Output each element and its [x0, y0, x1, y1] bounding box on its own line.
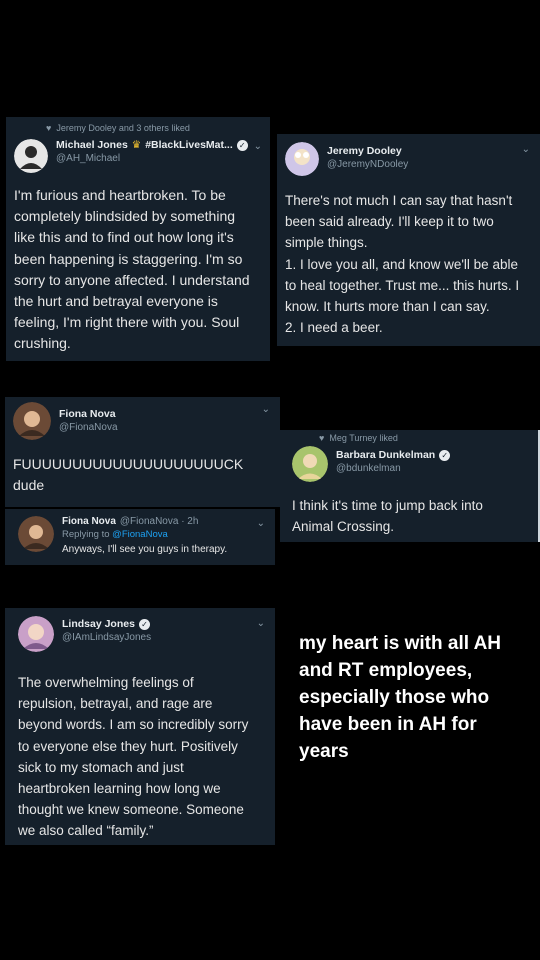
tweet-line: crushing.: [14, 335, 71, 352]
tweet-line: 2. I need a beer.: [285, 320, 383, 336]
tweet-line: feeling, I'm right there with you. Soul: [14, 314, 240, 331]
tweet-line: know. It hurts more than I can say.: [285, 299, 490, 315]
avatar[interactable]: [18, 516, 54, 552]
avatar[interactable]: [285, 142, 319, 176]
tweet-line: FUUUUUUUUUUUUUUUUUUUUCK: [13, 456, 244, 472]
tweet-text: There's not much I can say that hasn't b…: [285, 190, 530, 338]
replying-prefix: Replying to: [62, 529, 110, 540]
tweet-line: I'm furious and heartbroken. To be: [14, 187, 226, 203]
tweet-line: beyond words. I am so incredibly sorry: [18, 717, 249, 733]
avatar[interactable]: [14, 139, 48, 173]
chevron-down-icon[interactable]: ⌄: [262, 404, 270, 415]
verified-badge-icon: ✓: [439, 449, 451, 461]
author-handle[interactable]: @bdunkelman: [336, 463, 450, 474]
caption-line: my heart is with all AH: [299, 633, 502, 654]
tweet-line: been said already. I'll keep it to two: [285, 214, 494, 230]
tweet-context: ♥ Meg Turney liked: [319, 433, 528, 443]
caption-line: years: [299, 741, 349, 762]
chevron-down-icon[interactable]: ⌄: [257, 618, 265, 629]
tweet-card-fiona-reply[interactable]: Fiona Nova @FionaNova · 2h Replying to @…: [5, 509, 275, 565]
heart-icon: ♥: [319, 433, 325, 443]
author-handle-time: @FionaNova · 2h: [119, 516, 199, 527]
author-name[interactable]: Michael Jones: [56, 139, 128, 151]
author-name[interactable]: Fiona Nova: [62, 516, 116, 527]
tweet-context: ♥ Jeremy Dooley and 3 others liked: [46, 123, 262, 133]
heart-icon: ♥: [46, 123, 52, 133]
tweet-text: The overwhelming feelings of repulsion, …: [18, 672, 265, 842]
author-name[interactable]: Barbara Dunkelman: [336, 449, 435, 461]
chevron-down-icon[interactable]: ⌄: [522, 144, 530, 155]
verified-badge-icon: ✓: [236, 139, 248, 151]
tweet-line: to everyone else they hurt. Positively: [18, 738, 238, 754]
tweet-card-lindsay[interactable]: Lindsay Jones ✓ @IAmLindsayJones ⌄ The o…: [5, 608, 275, 845]
author-handle[interactable]: @AH_Michael: [56, 153, 248, 164]
tweet-card-fiona[interactable]: Fiona Nova @FionaNova ⌄ FUUUUUUUUUUUUUUU…: [5, 397, 280, 507]
author-name[interactable]: Jeremy Dooley: [327, 145, 408, 157]
tweet-line: heartbroken learning how long we: [18, 781, 221, 797]
tweet-card-barbara[interactable]: ♥ Meg Turney liked Barbara Dunkelman ✓ @…: [280, 430, 540, 542]
author-name[interactable]: Fiona Nova: [59, 408, 118, 420]
reply-text: Anyways, I'll see you guys in therapy.: [62, 544, 228, 555]
author-name-extra: #BlackLivesMat...: [145, 139, 233, 151]
tweet-line: dude: [13, 477, 45, 493]
story-caption: my heart is with all AH and RT employees…: [299, 630, 529, 765]
tweet-text: FUUUUUUUUUUUUUUUUUUUUCK dude: [13, 454, 270, 496]
tweet-line: sick to my stomach and just: [18, 759, 184, 775]
tweet-line: 1. I love you all, and know we'll be abl…: [285, 256, 518, 272]
author-name[interactable]: Lindsay Jones: [62, 618, 135, 630]
tweet-line: thought we knew someone. Someone: [18, 802, 244, 818]
tweet-line: been happening is staggering. I'm so: [14, 250, 243, 267]
tweet-line: There's not much I can say that hasn't: [285, 193, 513, 208]
tweet-line: the hurt and betrayal everyone is: [14, 293, 218, 310]
tweet-text: I think it's time to jump back into Anim…: [292, 495, 528, 537]
tweet-line: we also called “family.”: [18, 823, 154, 839]
avatar[interactable]: [13, 402, 51, 440]
author-handle[interactable]: @JeremyNDooley: [327, 159, 408, 170]
context-text: Jeremy Dooley and 3 others liked: [56, 123, 190, 133]
avatar[interactable]: [18, 616, 54, 652]
context-text: Meg Turney liked: [329, 433, 398, 443]
tweet-line: completely blindsided by something: [14, 208, 236, 225]
tweet-line: Animal Crossing.: [292, 519, 395, 534]
tweet-line: The overwhelming feelings of: [18, 675, 194, 690]
tweet-line: I think it's time to jump back into: [292, 498, 483, 513]
caption-line: and RT employees,: [299, 660, 473, 681]
caption-line: especially those who: [299, 687, 490, 708]
tweet-card-jeremy[interactable]: Jeremy Dooley @JeremyNDooley ⌄ There's n…: [277, 134, 540, 346]
crown-icon: ♛: [131, 139, 142, 151]
tweet-line: simple things.: [285, 235, 368, 251]
avatar[interactable]: [292, 446, 328, 482]
tweet-line: to heal together. Trust me... this hurts…: [285, 277, 520, 293]
author-handle[interactable]: @FionaNova: [59, 422, 118, 433]
tweet-line: sorry to anyone affected. I understand: [14, 271, 250, 288]
tweet-line: like this and to find out how long it's: [14, 229, 234, 246]
chevron-down-icon[interactable]: ⌄: [254, 141, 262, 152]
verified-badge-icon: ✓: [138, 618, 150, 630]
chevron-down-icon[interactable]: ⌄: [257, 518, 265, 529]
author-handle[interactable]: @IAmLindsayJones: [62, 632, 151, 643]
tweet-card-michael[interactable]: ♥ Jeremy Dooley and 3 others liked Micha…: [6, 117, 270, 361]
tweet-line: repulsion, betrayal, and rage are: [18, 696, 213, 712]
tweet-text: I'm furious and heartbroken. To be compl…: [14, 185, 262, 355]
replying-to: Replying to @FionaNova: [62, 529, 227, 540]
replying-handle-link[interactable]: @FionaNova: [112, 529, 168, 540]
caption-line: have been in AH for: [299, 714, 477, 735]
